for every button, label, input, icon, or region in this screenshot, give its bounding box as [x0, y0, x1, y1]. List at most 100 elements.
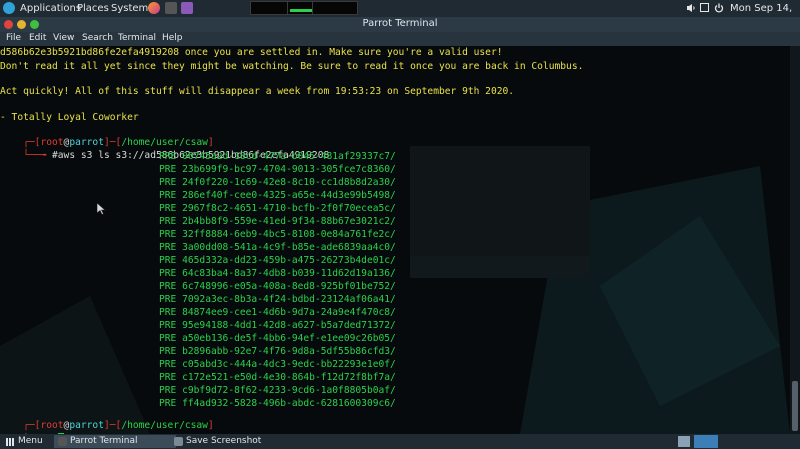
workspace-switcher-icon[interactable]	[694, 435, 718, 448]
terminal-scrollbar[interactable]	[790, 46, 800, 434]
pre-label: PRE	[159, 255, 177, 266]
pre-label: PRE	[159, 151, 177, 162]
text-editor-icon[interactable]	[181, 2, 193, 14]
pre-label: PRE	[159, 346, 177, 357]
prompt-mid: ]─[	[103, 420, 122, 431]
power-icon[interactable]	[714, 3, 724, 13]
pre-label: PRE	[159, 216, 177, 227]
pre-label: PRE	[159, 281, 177, 292]
list-item: PRE c9bf9d72-8f62-4233-9cd6-1a0f8805b0af…	[0, 385, 396, 397]
prefix-name: 84874ee9-cee1-4d6b-9d7a-24a9e4f470c8/	[182, 307, 396, 318]
terminal-icon	[58, 437, 67, 446]
prompt-path: /home/user/csaw	[121, 420, 208, 431]
prefix-name: 64c83ba4-8a37-4db8-b039-11d62d19a136/	[182, 268, 396, 279]
prefix-name: 23b699f9-bc97-4704-9013-305fce7c8360/	[182, 164, 396, 175]
menu-button[interactable]: Menu	[2, 435, 50, 448]
list-item: PRE 7092a3ec-8b3a-4f24-bdbd-23124af06a41…	[0, 294, 396, 306]
prefix-name: 465d332a-dd23-459b-a475-26273b4de01c/	[182, 255, 396, 266]
volume-icon[interactable]	[686, 3, 696, 13]
list-item: PRE 465d332a-dd23-459b-a475-26273b4de01c…	[0, 255, 396, 267]
message-line: - Totally Loyal Coworker	[0, 112, 139, 123]
list-item: PRE c05abd3c-444a-4dc3-9edc-bb22293e1e0f…	[0, 359, 396, 371]
task-save-screenshot[interactable]: Save Screenshot	[170, 435, 300, 448]
system-menu[interactable]: System	[111, 2, 148, 15]
prefix-name: 06745a2d-18cd-477a-b045-481af29337c7/	[182, 151, 396, 162]
prefix-name: 3a00dd08-541a-4c9f-b85e-ade6839aa4c0/	[182, 242, 396, 253]
prefix-name: 7092a3ec-8b3a-4f24-bdbd-23124af06a41/	[182, 294, 396, 305]
pre-label: PRE	[159, 307, 177, 318]
message-line: Don't read it all yet since they might b…	[0, 61, 584, 72]
list-item: PRE 6c748996-e05a-408a-8ed8-925bf01be752…	[0, 281, 396, 293]
pre-label: PRE	[159, 229, 177, 240]
task-label: Parrot Terminal	[70, 436, 138, 446]
list-item: PRE 95e94188-4dd1-42d8-a627-b5a7ded71372…	[0, 320, 396, 332]
message-line: Act quickly! All of this stuff will disa…	[0, 86, 515, 97]
show-desktop-icon[interactable]	[678, 436, 690, 447]
taskbar: Menu Parrot Terminal Save Screenshot	[0, 434, 800, 449]
menu-edit[interactable]: Edit	[29, 33, 46, 43]
parrot-logo-icon[interactable]	[3, 2, 15, 14]
prefix-name: c9bf9d72-8f62-4233-9cd6-1a0f8805b0af/	[182, 385, 396, 396]
prefix-name: b2896abb-92e7-4f76-9d8a-5df55b86cfd3/	[182, 346, 396, 357]
pre-label: PRE	[159, 333, 177, 344]
prefix-name: ff4ad932-5828-496b-abdc-6281600309c6/	[182, 398, 396, 409]
list-item: PRE b2896abb-92e7-4f76-9d8a-5df55b86cfd3…	[0, 346, 396, 358]
list-item: PRE c172e521-e50d-4e30-864b-f12d72f8bf7a…	[0, 372, 396, 384]
menu-terminal[interactable]: Terminal	[118, 33, 156, 43]
list-item: PRE 286ef40f-cee0-4325-a65e-44d3e99b5498…	[0, 190, 396, 202]
pre-label: PRE	[159, 177, 177, 188]
prefix-name: 2b4bb8f9-559e-41ed-9f34-88b67e3021c2/	[182, 216, 396, 227]
menu-view[interactable]: View	[53, 33, 74, 43]
prompt-host: parrot	[69, 420, 104, 431]
prefix-name: 24f0f220-1c69-42e8-8c10-cc1d8b8d2a30/	[182, 177, 396, 188]
top-panel: Applications Places System Mon Sep 14, 1…	[0, 0, 800, 27]
list-item: PRE 84874ee9-cee1-4d6b-9d7a-24a9e4f470c8…	[0, 307, 396, 319]
prefix-name: 32ff8884-6eb9-4bc5-8108-0e84a761fe2c/	[182, 229, 396, 240]
pre-label: PRE	[159, 190, 177, 201]
list-item: PRE 3a00dd08-541a-4c9f-b85e-ade6839aa4c0…	[0, 242, 396, 254]
terminal-icon[interactable]	[165, 2, 177, 14]
pre-label: PRE	[159, 320, 177, 331]
scrollbar-thumb[interactable]	[792, 381, 798, 431]
pre-label: PRE	[159, 242, 177, 253]
pre-label: PRE	[159, 294, 177, 305]
applications-menu[interactable]: Applications	[20, 2, 81, 15]
window-title: Parrot Terminal	[362, 18, 438, 29]
pre-label: PRE	[159, 164, 177, 175]
list-item: PRE 24f0f220-1c69-42e8-8c10-cc1d8b8d2a30…	[0, 177, 396, 189]
mouse-cursor-icon	[97, 203, 106, 215]
list-item: PRE 2b4bb8f9-559e-41ed-9f34-88b67e3021c2…	[0, 216, 396, 228]
pre-label: PRE	[159, 203, 177, 214]
pre-label: PRE	[159, 372, 177, 383]
list-item: PRE 23b699f9-bc97-4704-9013-305fce7c8360…	[0, 164, 396, 176]
list-item: PRE 2967f8c2-4651-4710-bcfb-2f0f70ecea5c…	[0, 203, 396, 215]
prefix-name: c172e521-e50d-4e30-864b-f12d72f8bf7a/	[182, 372, 396, 383]
firefox-icon[interactable]	[148, 2, 160, 14]
pre-label: PRE	[159, 268, 177, 279]
prefix-name: c05abd3c-444a-4dc3-9edc-bb22293e1e0f/	[182, 359, 396, 370]
terminal-output[interactable]: d586b62e3b5921bd86fe2efa4919208 once you…	[0, 46, 790, 434]
menu-search[interactable]: Search	[82, 33, 113, 43]
list-item: PRE 64c83ba4-8a37-4db8-b039-11d62d19a136…	[0, 268, 396, 280]
prefix-name: a50eb136-de5f-4bb6-94ef-e1ee09c26b05/	[182, 333, 396, 344]
prefix-name: 2967f8c2-4651-4710-bcfb-2f0f70ecea5c/	[182, 203, 396, 214]
places-menu[interactable]: Places	[77, 2, 109, 15]
menu-label: Menu	[18, 436, 43, 446]
menu-file[interactable]: File	[6, 33, 21, 43]
menu-grid-icon	[6, 438, 14, 446]
list-item: PRE 32ff8884-6eb9-4bc5-8108-0e84a761fe2c…	[0, 229, 396, 241]
menubar: File Edit View Search Terminal Help	[0, 32, 800, 46]
menu-help[interactable]: Help	[162, 33, 183, 43]
message-line: d586b62e3b5921bd86fe2efa4919208 once you…	[0, 47, 503, 58]
pre-label: PRE	[159, 359, 177, 370]
list-item: PRE 06745a2d-18cd-477a-b045-481af29337c7…	[0, 151, 396, 163]
task-parrot-terminal[interactable]: Parrot Terminal	[54, 435, 176, 448]
window-titlebar[interactable]: Parrot Terminal	[0, 17, 800, 32]
prompt-end: ]	[207, 420, 214, 431]
network-icon[interactable]	[700, 3, 709, 12]
network-monitor	[312, 1, 358, 15]
pre-label: PRE	[159, 385, 177, 396]
list-item: PRE a50eb136-de5f-4bb6-94ef-e1ee09c26b05…	[0, 333, 396, 345]
prefix-name: 286ef40f-cee0-4325-a65e-44d3e99b5498/	[182, 190, 396, 201]
command-line: └──╼ #	[0, 421, 64, 434]
